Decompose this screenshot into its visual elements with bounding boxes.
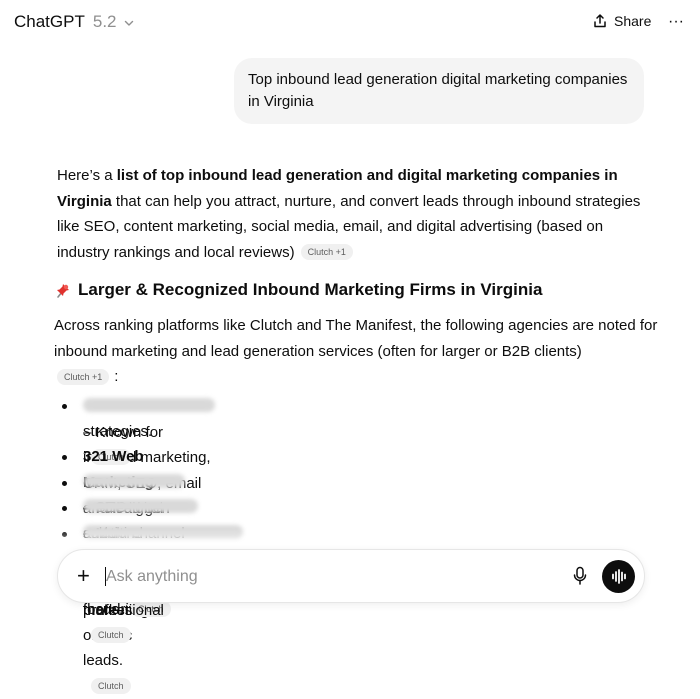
ranking-paragraph: Across ranking platforms like Clutch and… — [54, 313, 664, 364]
list-bullet — [62, 481, 67, 486]
voice-waveform-icon — [612, 569, 626, 584]
section-heading-text: Larger & Recognized Inbound Marketing Fi… — [78, 280, 543, 299]
source-pill[interactable]: Clutch — [91, 627, 131, 643]
redacted-company-name — [83, 398, 215, 412]
item-text: strategies. — [83, 423, 153, 440]
microphone-icon[interactable] — [572, 566, 588, 586]
message-composer: + — [57, 549, 645, 603]
list-bullet — [62, 404, 67, 409]
ranking-paragraph-text: Across ranking platforms like Clutch and… — [54, 317, 658, 360]
voice-mode-button[interactable] — [602, 560, 635, 593]
list-bullet — [62, 455, 67, 460]
intro-paragraph: Here’s a list of top inbound lead genera… — [57, 163, 657, 265]
assistant-response: Here’s a list of top inbound lead genera… — [0, 0, 700, 694]
pushpin-icon — [57, 284, 69, 298]
redacted-company-name — [83, 499, 198, 513]
source-pill[interactable]: Clutch +1 — [300, 243, 353, 260]
colon: : — [114, 368, 119, 385]
redacted-company-name — [83, 474, 185, 488]
add-attachment-button[interactable]: + — [77, 565, 90, 587]
section-heading: Larger & Recognized Inbound Marketing Fi… — [54, 280, 542, 300]
list-bullet — [62, 506, 67, 511]
message-input[interactable] — [106, 566, 506, 588]
ranking-source-line: Clutch +1 : — [57, 368, 118, 385]
source-pill[interactable]: Clutch — [91, 677, 131, 694]
intro-prefix: Here’s a — [57, 167, 117, 184]
source-pill[interactable]: Clutch +1 — [57, 368, 110, 385]
